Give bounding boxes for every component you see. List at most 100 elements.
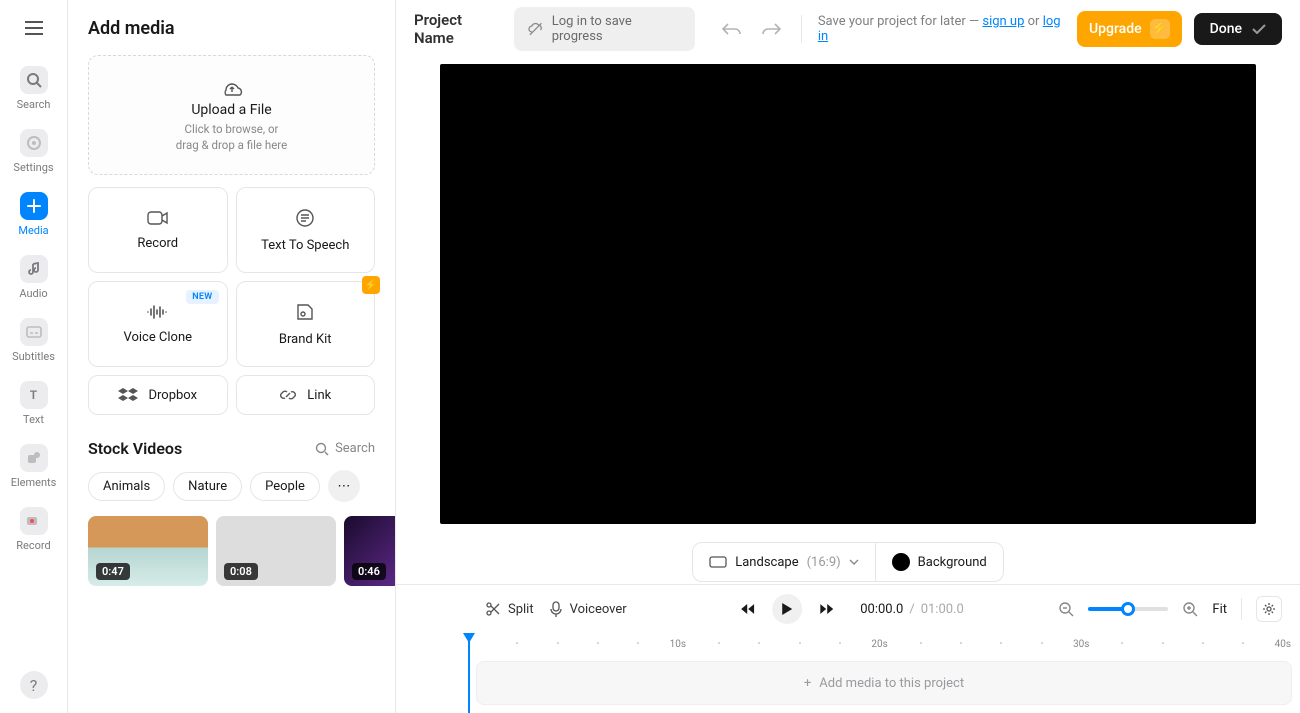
- sidebar: Search Settings Media Audio Subtitles T …: [0, 0, 68, 713]
- plus-icon: +: [804, 676, 811, 691]
- chevron-down-icon: [849, 559, 859, 565]
- login-save-button[interactable]: Log in to save progress: [514, 7, 695, 51]
- chip-people[interactable]: People: [250, 472, 320, 501]
- tts-tile[interactable]: Text To Speech: [236, 187, 376, 273]
- undo-button[interactable]: [719, 15, 746, 43]
- signup-link[interactable]: sign up: [982, 14, 1024, 29]
- chip-animals[interactable]: Animals: [88, 472, 165, 501]
- duration-badge: 0:08: [224, 563, 258, 580]
- duration-badge: 0:47: [96, 563, 130, 580]
- redo-button[interactable]: [758, 15, 785, 43]
- tile-label: Brand Kit: [279, 332, 332, 347]
- record-tile[interactable]: Record: [88, 187, 228, 273]
- upload-title: Upload a File: [191, 102, 271, 118]
- panel-title: Add media: [88, 18, 375, 39]
- background-swatch: [892, 553, 910, 571]
- zoom-out-button[interactable]: [1058, 601, 1074, 617]
- brand-kit-tile[interactable]: ⚡ Brand Kit: [236, 281, 376, 367]
- voiceover-button[interactable]: Voiceover: [550, 601, 627, 617]
- playhead[interactable]: [468, 633, 470, 713]
- tile-label: Text To Speech: [261, 238, 349, 253]
- duration-badge: 0:46: [352, 563, 386, 580]
- link-tile[interactable]: Link: [236, 375, 376, 415]
- scissors-icon: [486, 602, 500, 616]
- fit-button[interactable]: Fit: [1212, 602, 1227, 617]
- project-name[interactable]: Project Name: [414, 11, 502, 47]
- stock-thumbnail[interactable]: 0:47: [88, 516, 208, 586]
- search-icon: [315, 442, 329, 456]
- add-media-track[interactable]: + Add media to this project: [476, 661, 1292, 705]
- gear-icon: [20, 129, 48, 157]
- stock-thumbnail[interactable]: 0:46: [344, 516, 396, 586]
- chip-more[interactable]: ⋯: [328, 470, 360, 502]
- zoom-slider[interactable]: [1088, 607, 1168, 611]
- chip-nature[interactable]: Nature: [173, 472, 242, 501]
- mic-icon: [550, 601, 562, 617]
- music-icon: [20, 255, 48, 283]
- dropbox-icon: [118, 387, 138, 403]
- sidebar-item-label: Elements: [11, 476, 57, 489]
- dropbox-tile[interactable]: Dropbox: [88, 375, 228, 415]
- sidebar-item-subtitles[interactable]: Subtitles: [0, 310, 67, 373]
- done-button[interactable]: Done: [1194, 13, 1282, 45]
- bolt-badge-icon: ⚡: [362, 276, 380, 294]
- sidebar-item-elements[interactable]: Elements: [0, 436, 67, 499]
- menu-icon[interactable]: [18, 12, 50, 44]
- save-hint: Save your project for later — sign up or…: [818, 14, 1065, 44]
- sidebar-item-search[interactable]: Search: [0, 58, 67, 121]
- brand-icon: [295, 302, 315, 322]
- landscape-icon: [709, 556, 727, 568]
- waveform-icon: [146, 304, 170, 320]
- timeline-ruler: [468, 633, 1300, 657]
- tile-label: Dropbox: [148, 388, 197, 403]
- sidebar-item-settings[interactable]: Settings: [0, 121, 67, 184]
- sidebar-item-label: Audio: [19, 287, 47, 300]
- tile-label: Voice Clone: [123, 330, 192, 345]
- check-icon: [1252, 24, 1266, 34]
- preview-canvas[interactable]: [440, 64, 1256, 524]
- stock-thumbnail[interactable]: 0:08: [216, 516, 336, 586]
- topbar: Project Name Log in to save progress Sav…: [396, 0, 1300, 58]
- zoom-in-button[interactable]: [1182, 601, 1198, 617]
- plus-icon: [20, 192, 48, 220]
- skip-back-button[interactable]: [732, 594, 762, 624]
- tile-label: Record: [137, 236, 178, 251]
- timecode: 00:00.0/01:00.0: [860, 602, 964, 617]
- bolt-icon: ⚡: [1150, 19, 1170, 39]
- upgrade-button[interactable]: Upgrade ⚡: [1077, 11, 1182, 47]
- aspect-ratio-selector[interactable]: Landscape (16:9): [693, 543, 874, 581]
- subtitles-icon: [20, 318, 48, 346]
- speech-icon: [295, 208, 315, 228]
- media-panel: Add media Upload a File Click to browse,…: [68, 0, 396, 713]
- split-button[interactable]: Split: [486, 602, 534, 617]
- timeline[interactable]: + Add media to this project: [396, 633, 1300, 713]
- background-selector[interactable]: Background: [875, 543, 1003, 581]
- stock-search[interactable]: Search: [315, 441, 375, 456]
- help-button[interactable]: ?: [20, 671, 48, 699]
- text-icon: T: [20, 381, 48, 409]
- sidebar-item-label: Subtitles: [12, 350, 55, 363]
- voice-clone-tile[interactable]: NEW Voice Clone: [88, 281, 228, 367]
- shapes-icon: [20, 444, 48, 472]
- tile-label: Link: [307, 388, 331, 403]
- stock-title: Stock Videos: [88, 439, 182, 458]
- settings-button[interactable]: [1256, 596, 1282, 622]
- cloud-off-icon: [528, 21, 543, 37]
- link-icon: [279, 386, 297, 404]
- sidebar-item-audio[interactable]: Audio: [0, 247, 67, 310]
- upload-icon: [220, 76, 244, 98]
- sidebar-item-record[interactable]: Record: [0, 499, 67, 562]
- upload-subtitle: Click to browse, ordrag & drop a file he…: [176, 122, 287, 153]
- play-button[interactable]: [772, 594, 802, 624]
- sidebar-item-label: Settings: [13, 161, 53, 174]
- sidebar-item-label: Text: [23, 413, 44, 426]
- skip-forward-button[interactable]: [812, 594, 842, 624]
- sidebar-item-label: Search: [17, 98, 51, 111]
- camera-icon: [147, 210, 169, 226]
- upload-dropzone[interactable]: Upload a File Click to browse, ordrag & …: [88, 55, 375, 175]
- record-icon: [20, 507, 48, 535]
- sidebar-item-media[interactable]: Media: [0, 184, 67, 247]
- sidebar-item-text[interactable]: T Text: [0, 373, 67, 436]
- sidebar-item-label: Record: [16, 539, 50, 552]
- new-badge: NEW: [186, 290, 218, 304]
